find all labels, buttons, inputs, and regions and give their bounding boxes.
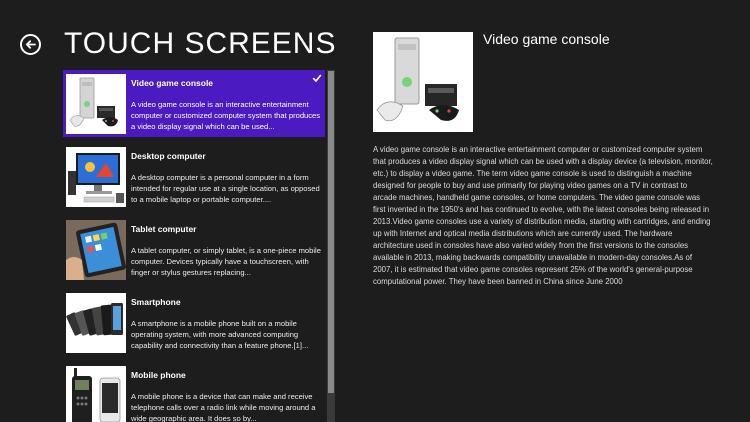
item-description: A mobile phone is a device that can make… [131, 392, 316, 422]
desktop-computer-thumbnail [66, 147, 126, 207]
item-list[interactable]: Video game console A video game console … [63, 70, 325, 422]
list-scrollbar[interactable] [327, 70, 335, 422]
item-title: Mobile phone [131, 370, 186, 380]
smartphone-thumbnail [66, 293, 126, 353]
tablet-computer-thumbnail [66, 220, 126, 280]
item-description: A tablet computer, or simply tablet, is … [131, 246, 321, 277]
item-description: A desktop computer is a personal compute… [131, 173, 320, 204]
arrow-left-icon [25, 40, 36, 49]
detail-description: A video game console is an interactive e… [373, 145, 713, 286]
item-title: Desktop computer [131, 151, 206, 161]
list-item-mobile-phone[interactable]: Mobile phone A mobile phone is a device … [63, 362, 325, 422]
checkmark-icon [312, 74, 322, 83]
video-game-console-thumbnail [66, 74, 126, 134]
list-item-video-game-console[interactable]: Video game console A video game console … [63, 70, 325, 137]
list-item-smartphone[interactable]: Smartphone A smartphone is a mobile phon… [63, 289, 325, 356]
page-title: TOUCH SCREENS [64, 27, 337, 60]
item-description: A video game console is an interactive e… [131, 100, 321, 131]
item-title: Smartphone [131, 297, 181, 307]
list-item-desktop-computer[interactable]: Desktop computer A desktop computer is a… [63, 143, 325, 210]
item-description: A smartphone is a mobile phone built on … [131, 319, 309, 350]
back-button[interactable] [20, 34, 41, 55]
scrollbar-thumb[interactable] [328, 71, 334, 393]
item-title: Video game console [131, 78, 214, 88]
list-item-tablet-computer[interactable]: Tablet computer A tablet computer, or si… [63, 216, 325, 283]
item-title: Tablet computer [131, 224, 197, 234]
mobile-phone-thumbnail [66, 366, 126, 422]
video-game-console-image [373, 32, 473, 132]
detail-title: Video game console [483, 31, 610, 47]
